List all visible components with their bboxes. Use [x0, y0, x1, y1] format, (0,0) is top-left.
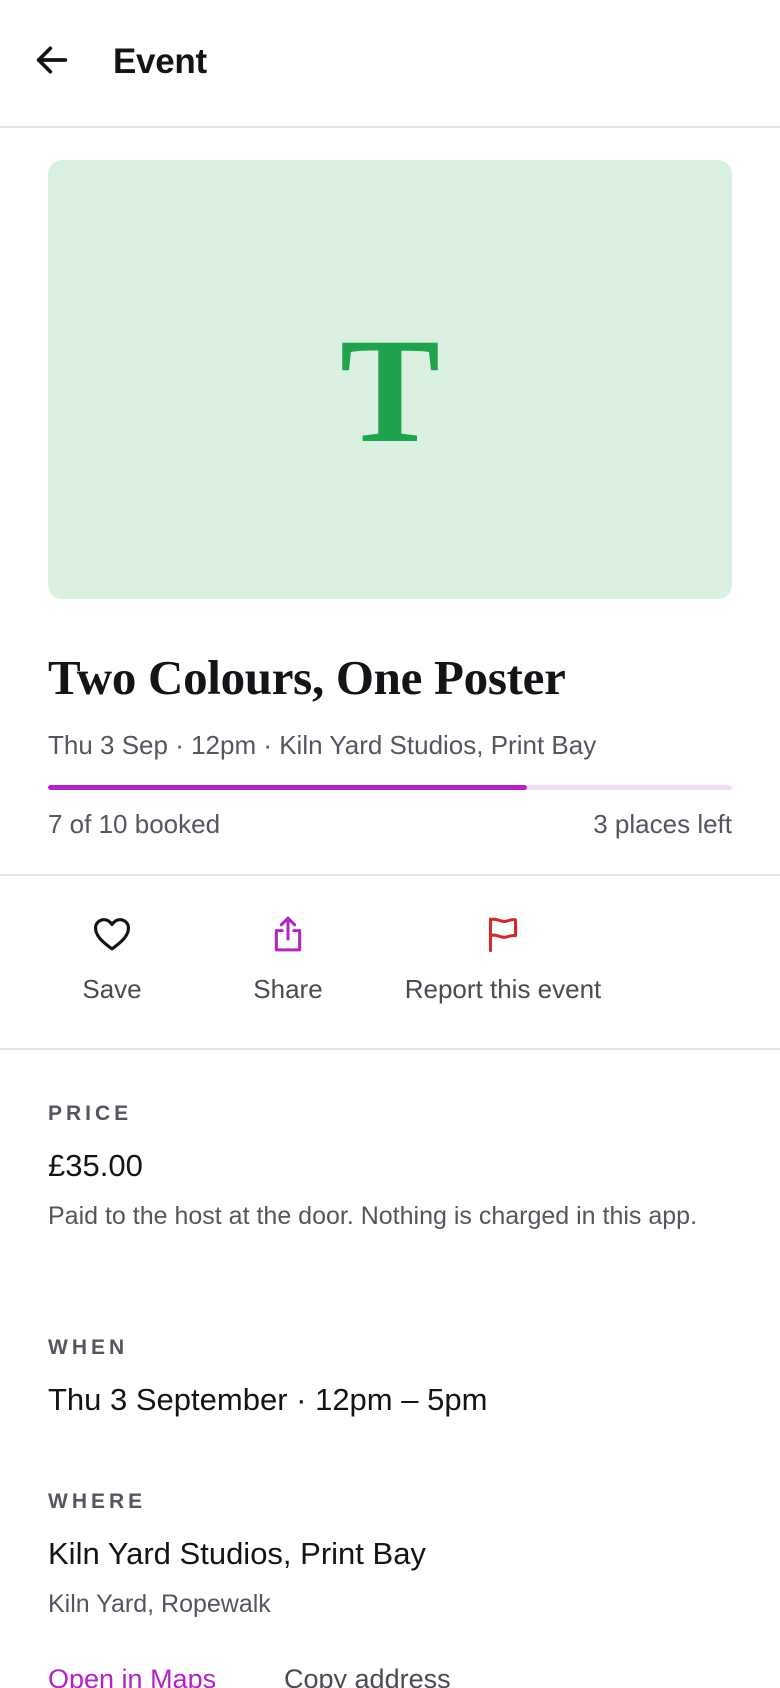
price-value: £35.00 [48, 1148, 143, 1183]
booking-progress-bar [48, 785, 732, 790]
divider [0, 1048, 780, 1050]
event-hero-image: T [48, 160, 732, 599]
venue-name: Kiln Yard Studios, Print Bay [48, 1536, 426, 1571]
price-note: Paid to the host at the door. Nothing is… [48, 1202, 698, 1230]
hero-initial: T [339, 307, 441, 474]
venue-address: Kiln Yard, Ropewalk [48, 1590, 271, 1618]
share-label: Share [253, 974, 323, 1004]
event-screen: Event T Two Colours, One Poster Thu 3 Se… [0, 0, 780, 1688]
open-in-maps-link[interactable]: Open in Maps [48, 1664, 216, 1688]
places-left: 3 places left [593, 809, 732, 839]
save-label: Save [82, 974, 142, 1004]
event-meta: Thu 3 Sep · 12pm · Kiln Yard Studios, Pr… [48, 730, 597, 760]
heart-icon [90, 912, 134, 956]
booking-progress-fill [48, 785, 527, 790]
price-label: PRICE [48, 1102, 133, 1125]
where-label: WHERE [48, 1490, 147, 1513]
report-label: Report this event [404, 974, 602, 1004]
when-label: WHEN [48, 1336, 129, 1359]
save-button[interactable]: Save [62, 912, 162, 1012]
arrow-left-icon [32, 40, 72, 85]
divider [0, 874, 780, 876]
share-button[interactable]: Share [238, 912, 338, 1012]
flag-icon [481, 912, 525, 956]
back-button[interactable] [30, 40, 74, 84]
copy-address-link[interactable]: Copy address [284, 1664, 451, 1688]
booked-count: 7 of 10 booked [48, 809, 221, 839]
top-app-bar: Event [0, 0, 780, 128]
report-event-button[interactable]: Report this event [393, 912, 613, 1012]
event-title: Two Colours, One Poster [48, 650, 566, 705]
share-icon [266, 912, 310, 956]
when-value: Thu 3 September · 12pm – 5pm [48, 1382, 488, 1417]
page-title: Event [113, 42, 207, 81]
